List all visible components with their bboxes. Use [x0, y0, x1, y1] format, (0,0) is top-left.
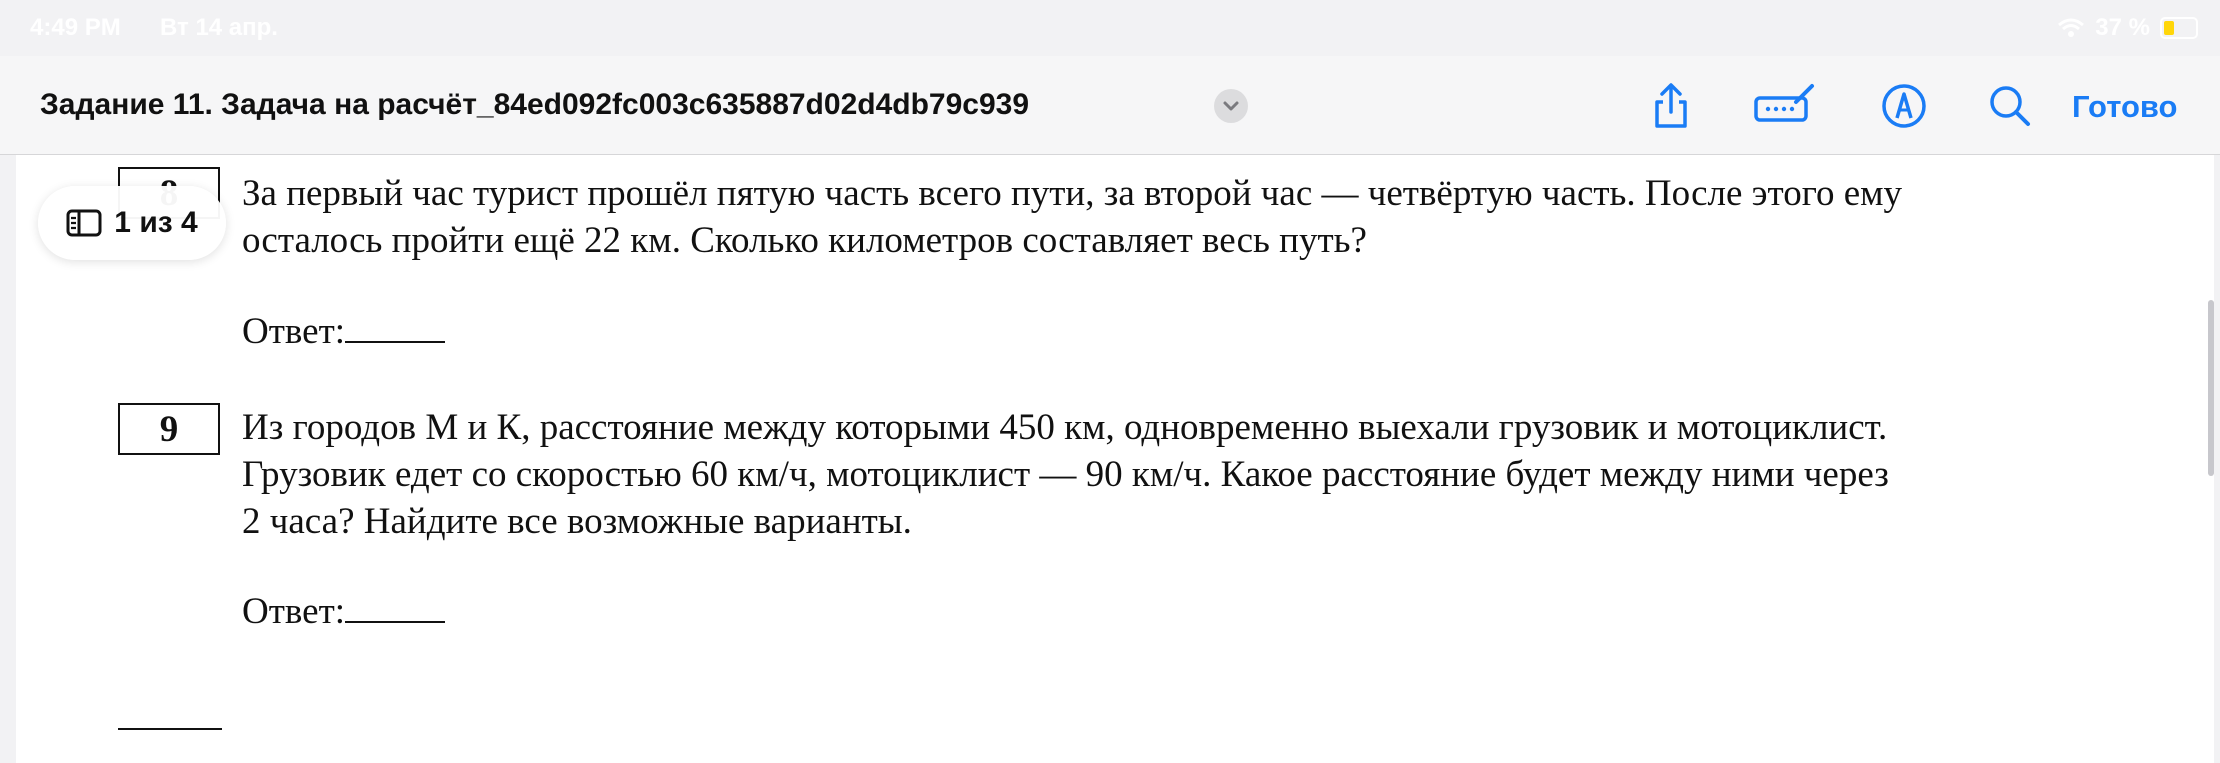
- search-icon[interactable]: [1984, 80, 2036, 132]
- document-title[interactable]: Задание 11. Задача на расчёт_84ed092fc00…: [40, 88, 1029, 122]
- task-number-box: 9: [118, 403, 220, 455]
- battery-icon: [2160, 17, 2198, 39]
- sidebar-icon: [66, 209, 102, 237]
- answer-field: Ответ:: [242, 589, 446, 633]
- status-indicators: 37 %: [2057, 14, 2198, 42]
- task-text-line: За первый час турист прошёл пятую часть …: [242, 173, 1903, 214]
- answer-blank: [345, 309, 446, 343]
- pen-icon[interactable]: [1878, 80, 1930, 132]
- task-9-text: Из городов М и К, расстояние между котор…: [242, 404, 2102, 545]
- task-text-line: Грузовик едет со скоростью 60 км/ч, мото…: [242, 454, 1889, 495]
- chevron-down-icon[interactable]: [1214, 89, 1248, 123]
- markup-icon[interactable]: [1752, 80, 1816, 132]
- task-text-line: Из городов М и К, расстояние между котор…: [242, 407, 1888, 448]
- answer-label: Ответ:: [242, 311, 346, 352]
- task-8-text: За первый час турист прошёл пятую часть …: [242, 170, 2102, 264]
- task-number: 9: [159, 408, 179, 450]
- page-indicator[interactable]: 1 из 4: [38, 186, 226, 260]
- status-time: 4:49 PM: [30, 14, 121, 41]
- status-bar: 4:49 PM Вт 14 апр. 37 %: [0, 0, 2220, 56]
- document-page[interactable]: 8 За первый час турист прошёл пятую част…: [16, 155, 2214, 763]
- answer-label: Ответ:: [242, 591, 346, 632]
- share-icon[interactable]: [1645, 80, 1697, 132]
- toolbar: Задание 11. Задача на расчёт_84ed092fc00…: [0, 56, 2220, 155]
- battery-percent: 37 %: [2095, 14, 2150, 41]
- status-date: Вт 14 апр.: [160, 14, 278, 41]
- wifi-icon: [2058, 18, 2085, 37]
- done-button[interactable]: Готово: [2072, 89, 2178, 125]
- scrollbar-thumb[interactable]: [2208, 300, 2214, 476]
- task-text-line: осталось пройти ещё 22 км. Сколько килом…: [242, 220, 1367, 261]
- answer-blank: [345, 589, 446, 623]
- task-text-line: 2 часа? Найдите все возможные варианты.: [242, 501, 912, 542]
- footnote-divider: [118, 728, 222, 730]
- answer-field: Ответ:: [242, 309, 446, 353]
- page-indicator-label: 1 из 4: [114, 206, 198, 239]
